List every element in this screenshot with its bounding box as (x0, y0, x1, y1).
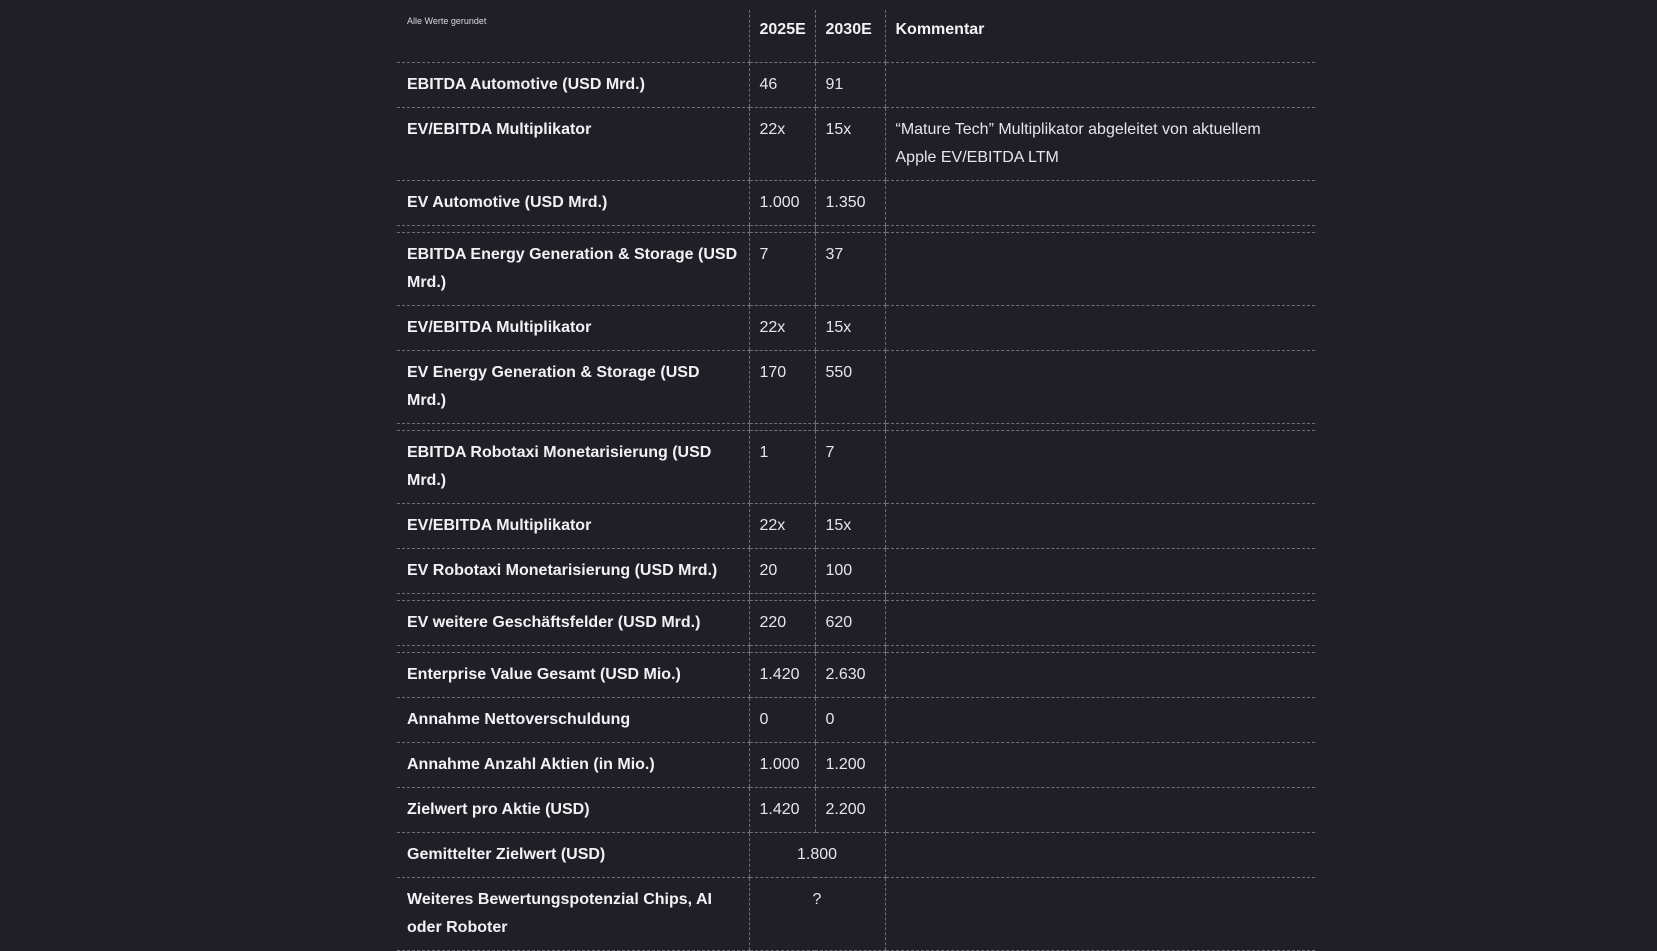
value-2030: 1.200 (814, 742, 885, 788)
valuation-table-container: Alle Werte gerundet 2025E 2030E Kommenta… (397, 10, 1315, 951)
value-2030: 550 (814, 350, 885, 424)
table-row: EBITDA Energy Generation & Storage (USD … (397, 232, 1315, 306)
value-2030: 15x (814, 107, 885, 181)
table-header-row: Alle Werte gerundet 2025E 2030E Kommenta… (397, 10, 1315, 63)
row-label: EV/EBITDA Multiplikator (397, 107, 749, 181)
table-row: EV weitere Geschäftsfelder (USD Mrd.) 22… (397, 600, 1315, 646)
value-2025: 1.000 (748, 742, 815, 788)
table-row: Zielwert pro Aktie (USD) 1.420 2.200 (397, 787, 1315, 833)
row-label: EV weitere Geschäftsfelder (USD Mrd.) (397, 600, 749, 646)
value-2025: 1.420 (748, 787, 815, 833)
table-row: Weiteres Bewertungspotenzial Chips, AI o… (397, 877, 1315, 951)
table-row: Annahme Anzahl Aktien (in Mio.) 1.000 1.… (397, 742, 1315, 788)
value-2025: 0 (748, 697, 815, 743)
merged-value: ? (748, 877, 885, 951)
row-comment (884, 62, 1315, 108)
table-row: EV/EBITDA Multiplikator 22x 15x (397, 503, 1315, 549)
column-header-2025: 2025E (748, 10, 815, 63)
table-row: EV Robotaxi Monetarisierung (USD Mrd.) 2… (397, 548, 1315, 594)
row-comment: “Mature Tech” Multiplikator abgeleitet v… (884, 107, 1315, 181)
value-2025: 7 (748, 232, 815, 306)
value-2025: 220 (748, 600, 815, 646)
rounding-note: Alle Werte gerundet (397, 10, 749, 63)
value-2025: 22x (748, 503, 815, 549)
spacer-row (397, 225, 1315, 233)
table-row: Annahme Nettoverschuldung 0 0 (397, 697, 1315, 743)
row-comment (884, 180, 1315, 226)
row-label: EV Energy Generation & Storage (USD Mrd.… (397, 350, 749, 424)
table-row: EV/EBITDA Multiplikator 22x 15x “Mature … (397, 107, 1315, 181)
value-2025: 22x (748, 107, 815, 181)
table-row: EV/EBITDA Multiplikator 22x 15x (397, 305, 1315, 351)
row-comment (884, 787, 1315, 833)
spacer-row (397, 593, 1315, 601)
value-2030: 37 (814, 232, 885, 306)
merged-value: 1.800 (748, 832, 885, 878)
row-comment (884, 697, 1315, 743)
row-comment (884, 548, 1315, 594)
column-header-comment: Kommentar (884, 10, 1315, 63)
value-2030: 15x (814, 503, 885, 549)
value-2025: 22x (748, 305, 815, 351)
row-comment (884, 652, 1315, 698)
value-2025: 1 (748, 430, 815, 504)
value-2030: 2.630 (814, 652, 885, 698)
row-label: EBITDA Energy Generation & Storage (USD … (397, 232, 749, 306)
value-2030: 2.200 (814, 787, 885, 833)
table-row: Enterprise Value Gesamt (USD Mio.) 1.420… (397, 652, 1315, 698)
value-2030: 1.350 (814, 180, 885, 226)
table-row: EV Automotive (USD Mrd.) 1.000 1.350 (397, 180, 1315, 226)
row-label: Annahme Anzahl Aktien (in Mio.) (397, 742, 749, 788)
spacer-row (397, 645, 1315, 653)
row-comment (884, 430, 1315, 504)
value-2025: 1.000 (748, 180, 815, 226)
row-comment (884, 600, 1315, 646)
row-label: EV/EBITDA Multiplikator (397, 503, 749, 549)
value-2025: 46 (748, 62, 815, 108)
table-row: EBITDA Robotaxi Monetarisierung (USD Mrd… (397, 430, 1315, 504)
row-comment (884, 350, 1315, 424)
row-comment (884, 305, 1315, 351)
row-comment (884, 742, 1315, 788)
row-label: EV/EBITDA Multiplikator (397, 305, 749, 351)
value-2030: 91 (814, 62, 885, 108)
row-comment (884, 877, 1315, 951)
row-comment (884, 503, 1315, 549)
value-2025: 1.420 (748, 652, 815, 698)
row-label: Gemittelter Zielwert (USD) (397, 832, 749, 878)
table-row: EBITDA Automotive (USD Mrd.) 46 91 (397, 62, 1315, 108)
row-comment (884, 232, 1315, 306)
column-header-2030: 2030E (814, 10, 885, 63)
spacer-row (397, 423, 1315, 431)
value-2030: 15x (814, 305, 885, 351)
value-2025: 170 (748, 350, 815, 424)
row-label: Zielwert pro Aktie (USD) (397, 787, 749, 833)
valuation-table: Alle Werte gerundet 2025E 2030E Kommenta… (397, 10, 1315, 951)
row-label: EBITDA Automotive (USD Mrd.) (397, 62, 749, 108)
row-label: EV Automotive (USD Mrd.) (397, 180, 749, 226)
value-2030: 100 (814, 548, 885, 594)
row-comment (884, 832, 1315, 878)
value-2030: 7 (814, 430, 885, 504)
row-label: EV Robotaxi Monetarisierung (USD Mrd.) (397, 548, 749, 594)
row-label: Annahme Nettoverschuldung (397, 697, 749, 743)
value-2030: 0 (814, 697, 885, 743)
row-label: Enterprise Value Gesamt (USD Mio.) (397, 652, 749, 698)
value-2025: 20 (748, 548, 815, 594)
table-row: Gemittelter Zielwert (USD) 1.800 (397, 832, 1315, 878)
row-label: EBITDA Robotaxi Monetarisierung (USD Mrd… (397, 430, 749, 504)
table-row: EV Energy Generation & Storage (USD Mrd.… (397, 350, 1315, 424)
value-2030: 620 (814, 600, 885, 646)
row-label: Weiteres Bewertungspotenzial Chips, AI o… (397, 877, 749, 951)
